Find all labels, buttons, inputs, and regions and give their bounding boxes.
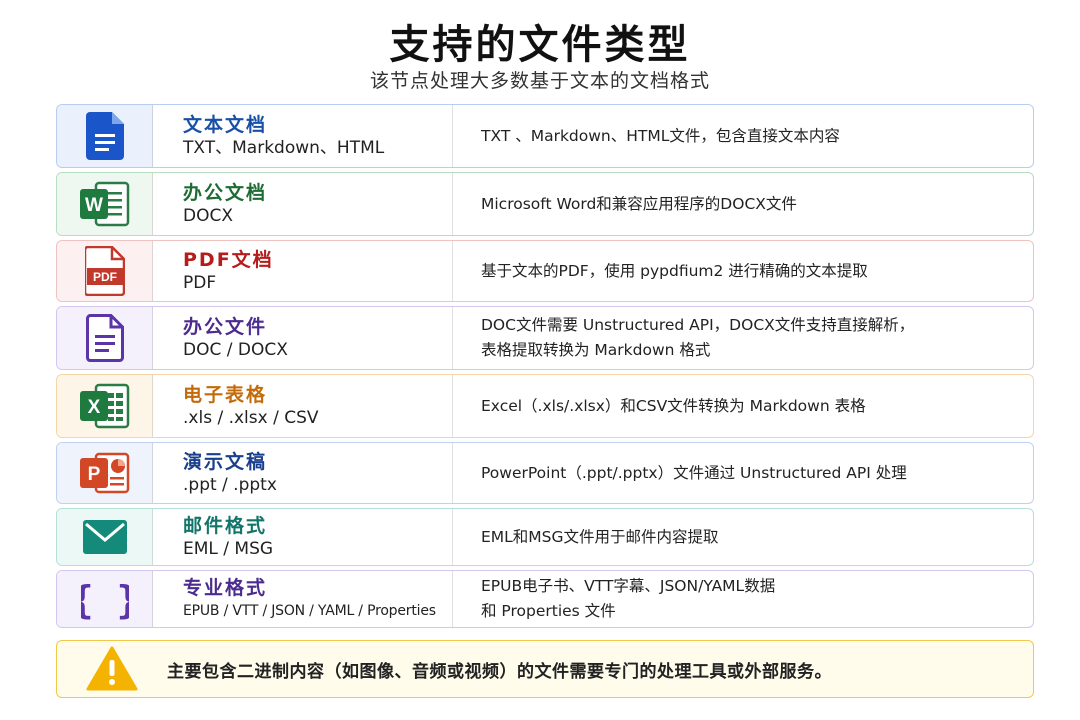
file-type-row-text: 文本文档 TXT、Markdown、HTML TXT 、Markdown、HTM…: [56, 104, 1034, 168]
file-type-name: 专业格式: [183, 577, 268, 599]
file-type-extensions: TXT、Markdown、HTML: [183, 138, 385, 158]
pdf-icon: PDF: [84, 246, 125, 296]
braces-icon: { }: [81, 578, 129, 621]
file-type-name: 电子表格: [183, 384, 268, 406]
file-type-description: TXT 、Markdown、HTML文件，包含直接文本内容: [453, 105, 1033, 167]
file-type-description: 基于文本的PDF，使用 pypdfium2 进行精确的文本提取: [453, 241, 1033, 301]
description-line: 和 Properties 文件: [481, 602, 616, 620]
text-document-icon: [85, 112, 124, 160]
warning-icon: [86, 646, 138, 691]
file-type-description: EML和MSG文件用于邮件内容提取: [453, 509, 1033, 565]
page-title: 支持的文件类型: [389, 22, 691, 68]
word-icon: W: [79, 181, 129, 227]
file-type-list: 文本文档 TXT、Markdown、HTML TXT 、Markdown、HTM…: [56, 104, 1034, 632]
icon-cell: [57, 105, 153, 167]
warning-text: 主要包含二进制内容（如图像、音频或视频）的文件需要专门的处理工具或外部服务。: [167, 661, 832, 682]
svg-text:PDF: PDF: [93, 270, 117, 284]
svg-text:X: X: [87, 397, 100, 418]
file-type-extensions: .xls / .xlsx / CSV: [183, 408, 319, 428]
file-type-extensions: EML / MSG: [183, 539, 274, 559]
file-type-name: 办公文件: [183, 316, 268, 338]
description-line: DOC文件需要 Unstructured API，DOCX文件支持直接解析，: [481, 316, 915, 334]
file-type-description: DOC文件需要 Unstructured API，DOCX文件支持直接解析， 表…: [453, 307, 1033, 369]
page-subtitle: 该节点处理大多数基于文本的文档格式: [369, 70, 710, 92]
file-type-row-spreadsheet: X 电子表格 .xls / .xlsx / CSV Excel（.xls/.xl…: [56, 374, 1034, 438]
file-type-row-email: 邮件格式 EML / MSG EML和MSG文件用于邮件内容提取: [56, 508, 1034, 566]
file-type-description: EPUB电子书、VTT字幕、JSON/YAML数据 和 Properties 文…: [453, 571, 1033, 627]
svg-text:W: W: [85, 195, 103, 216]
file-type-description: Excel（.xls/.xlsx）和CSV文件转换为 Markdown 表格: [453, 375, 1033, 437]
file-type-description: PowerPoint（.ppt/.pptx）文件通过 Unstructured …: [453, 443, 1033, 503]
file-type-row-office-docx: W 办公文档 DOCX Microsoft Word和兼容应用程序的DOCX文件: [56, 172, 1034, 236]
file-type-extensions: DOC / DOCX: [183, 340, 288, 360]
description-line: PowerPoint（.ppt/.pptx）文件通过 Unstructured …: [481, 463, 907, 482]
description-line: TXT 、Markdown、HTML文件，包含直接文本内容: [481, 126, 840, 145]
file-type-name: 邮件格式: [183, 515, 268, 537]
powerpoint-icon: P: [79, 452, 129, 494]
description-line: 表格提取转换为 Markdown 格式: [481, 341, 711, 359]
svg-text:{ }: { }: [81, 578, 129, 621]
excel-icon: X: [79, 383, 129, 429]
file-type-row-office-doc: 办公文件 DOC / DOCX DOC文件需要 Unstructured API…: [56, 306, 1034, 370]
mail-icon: [82, 520, 127, 554]
file-type-row-presentation: P 演示文稿 .ppt / .pptx PowerPoint（.ppt/.ppt…: [56, 442, 1034, 504]
file-type-extensions: .ppt / .pptx: [183, 475, 277, 495]
description-line: 基于文本的PDF，使用 pypdfium2 进行精确的文本提取: [481, 261, 868, 280]
description-line: Microsoft Word和兼容应用程序的DOCX文件: [481, 194, 797, 213]
file-type-row-pdf: PDF PDF文档 PDF 基于文本的PDF，使用 pypdfium2 进行精确…: [56, 240, 1034, 302]
description-line: EML和MSG文件用于邮件内容提取: [481, 527, 719, 546]
file-type-extensions: PDF: [183, 273, 217, 293]
file-type-extensions: EPUB / VTT / JSON / YAML / Properties: [183, 603, 436, 619]
file-type-name: 演示文稿: [183, 451, 268, 473]
file-type-row-special: { } 专业格式 EPUB / VTT / JSON / YAML / Prop…: [56, 570, 1034, 628]
document-icon: [85, 314, 124, 362]
file-type-name: 办公文档: [183, 182, 268, 204]
file-type-name: PDF文档: [183, 249, 274, 271]
svg-text:P: P: [87, 464, 100, 485]
warning-banner: 主要包含二进制内容（如图像、音频或视频）的文件需要专门的处理工具或外部服务。: [56, 640, 1034, 698]
file-type-name: 文本文档: [183, 114, 268, 136]
description-line: EPUB电子书、VTT字幕、JSON/YAML数据: [481, 577, 776, 595]
description-line: Excel（.xls/.xlsx）和CSV文件转换为 Markdown 表格: [481, 396, 866, 415]
file-type-description: Microsoft Word和兼容应用程序的DOCX文件: [453, 173, 1033, 235]
file-type-extensions: DOCX: [183, 206, 233, 226]
